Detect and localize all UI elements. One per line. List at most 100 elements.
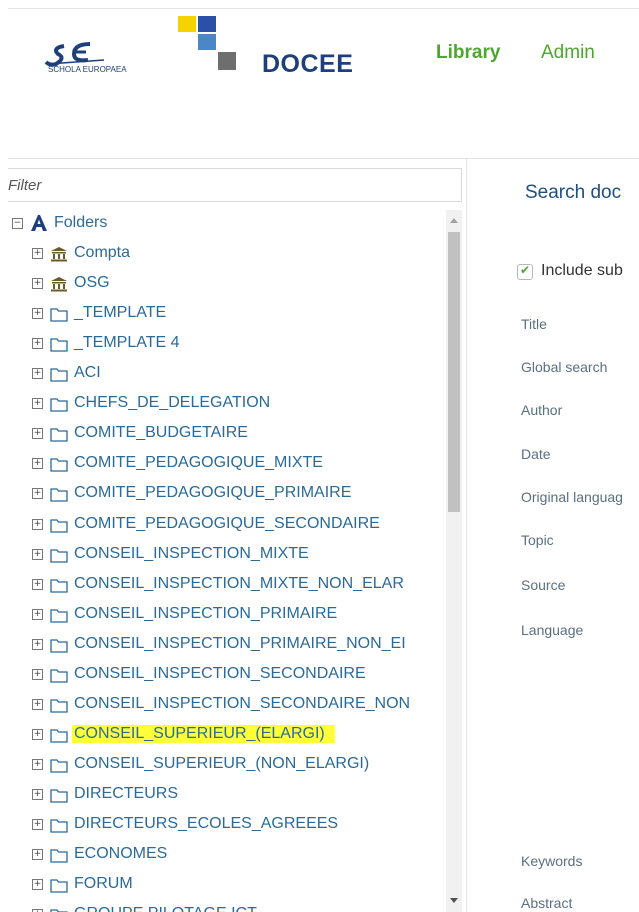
expand-icon[interactable]: + — [32, 458, 43, 469]
tree-item[interactable]: + COMITE_PEDAGOGIQUE_MIXTE — [8, 450, 444, 480]
expand-icon[interactable]: + — [32, 519, 43, 530]
expand-icon[interactable]: + — [32, 338, 43, 349]
folder-icon — [50, 639, 68, 653]
folder-icon — [50, 759, 68, 773]
field-label-language: Language — [521, 622, 584, 638]
tree-item-label: _TEMPLATE 4 — [74, 334, 180, 351]
nav-admin-link[interactable]: Admin — [541, 42, 595, 64]
tree-item[interactable]: + COMITE_PEDAGOGIQUE_SECONDAIRE — [8, 511, 444, 541]
tree-item[interactable]: + CONSEIL_INSPECTION_MIXTE — [8, 541, 444, 571]
tree-scrollbar[interactable] — [446, 210, 462, 912]
field-label-original-language: Original languag — [521, 489, 623, 505]
schola-europaea-logo: SCHOLA EUROPAEA — [44, 42, 127, 74]
folder-icon — [50, 368, 68, 382]
folder-icon — [50, 519, 68, 533]
nav-library-link[interactable]: Library — [436, 42, 500, 64]
tree-item-label: ACI — [74, 364, 101, 381]
tree-root-label: Folders — [54, 214, 108, 231]
folder-icon — [50, 669, 68, 683]
expand-icon[interactable]: + — [32, 248, 43, 259]
expand-icon[interactable]: + — [32, 428, 43, 439]
include-subfolders-label[interactable]: Include sub — [541, 262, 623, 280]
tree-item-label: OSG — [74, 274, 110, 291]
expand-icon[interactable]: + — [32, 549, 43, 560]
tree-item-label: CONSEIL_INSPECTION_MIXTE — [74, 545, 309, 562]
tree-item[interactable]: + CONSEIL_SUPERIEUR_(NON_ELARGI) — [8, 751, 444, 781]
tree-item[interactable]: + OSG — [8, 270, 444, 300]
expand-icon[interactable]: + — [32, 879, 43, 890]
folder-icon — [50, 338, 68, 352]
expand-icon[interactable]: + — [32, 729, 43, 740]
tree-item[interactable]: + CHEFS_DE_DELEGATION — [8, 390, 444, 420]
folder-icon — [50, 458, 68, 472]
tree-item[interactable]: + CONSEIL_INSPECTION_SECONDAIRE — [8, 661, 444, 691]
folder-tree: − Folders + Compta + OSG + _TEMPLATE + _TEMPLAT… — [8, 210, 444, 912]
scroll-down-arrow-icon[interactable] — [450, 898, 458, 903]
tree-item[interactable]: + _TEMPLATE 4 — [8, 330, 444, 360]
tree-item-label: CONSEIL_INSPECTION_MIXTE_NON_ELAR — [74, 575, 404, 592]
folder-icon — [50, 789, 68, 803]
tree-item[interactable]: + CONSEIL_SUPERIEUR_(ELARGI) — [8, 721, 444, 751]
institution-icon — [51, 247, 67, 262]
folder-icon — [50, 308, 68, 322]
expand-icon[interactable]: + — [32, 579, 43, 590]
collapse-icon[interactable]: − — [12, 218, 23, 229]
expand-icon[interactable]: + — [32, 278, 43, 289]
expand-icon[interactable]: + — [32, 789, 43, 800]
app-a-icon — [31, 215, 47, 231]
tree-item[interactable]: + ECONOMES — [8, 841, 444, 871]
tree-root-folders[interactable]: − Folders — [8, 210, 444, 240]
expand-icon[interactable]: + — [32, 488, 43, 499]
tree-item-label: DIRECTEURS_ECOLES_AGREEES — [74, 815, 339, 832]
expand-icon[interactable]: + — [32, 308, 43, 319]
field-label-topic: Topic — [521, 532, 554, 548]
tree-item[interactable]: + CONSEIL_INSPECTION_PRIMAIRE — [8, 601, 444, 631]
tree-item-label: COMITE_PEDAGOGIQUE_SECONDAIRE — [74, 515, 380, 532]
expand-icon[interactable]: + — [32, 368, 43, 379]
tree-item[interactable]: + CONSEIL_INSPECTION_MIXTE_NON_ELAR — [8, 571, 444, 601]
app-header: SCHOLA EUROPAEA DOCEE Library Admin — [0, 0, 639, 158]
scroll-thumb[interactable] — [448, 232, 460, 512]
tree-item-label: Compta — [74, 244, 131, 261]
tree-item-label: COMITE_PEDAGOGIQUE_MIXTE — [74, 454, 323, 471]
expand-icon[interactable]: + — [32, 398, 43, 409]
filter-input[interactable] — [8, 168, 462, 202]
search-title: Search doc — [525, 182, 622, 203]
expand-icon[interactable]: + — [32, 819, 43, 830]
tree-item[interactable]: + _TEMPLATE — [8, 300, 444, 330]
tree-item-label: DIRECTEURS — [74, 785, 179, 802]
tree-item[interactable]: + CONSEIL_INSPECTION_SECONDAIRE_NON — [8, 691, 444, 721]
include-subfolders-checkbox[interactable]: ✔ — [517, 263, 533, 280]
schola-logo-text: SCHOLA EUROPAEA — [48, 65, 127, 74]
tree-item[interactable]: + CONSEIL_INSPECTION_PRIMAIRE_NON_EI — [8, 631, 444, 661]
tree-item-label: COMITE_BUDGETAIRE — [74, 424, 248, 441]
tree-item[interactable]: + FORUM — [8, 871, 444, 901]
folder-icon — [50, 849, 68, 863]
expand-icon[interactable]: + — [32, 849, 43, 860]
tree-item-label: CONSEIL_INSPECTION_SECONDAIRE_NON — [74, 695, 411, 712]
tree-item[interactable]: + COMITE_BUDGETAIRE — [8, 420, 444, 450]
expand-icon[interactable]: + — [32, 669, 43, 680]
tree-item[interactable]: + DIRECTEURS_ECOLES_AGREEES — [8, 811, 444, 841]
scroll-up-arrow-icon[interactable] — [450, 218, 458, 223]
folder-icon — [50, 549, 68, 563]
tree-item-label: CHEFS_DE_DELEGATION — [74, 394, 271, 411]
expand-icon[interactable]: + — [32, 639, 43, 650]
tree-item[interactable]: + DIRECTEURS — [8, 781, 444, 811]
folder-icon — [50, 579, 68, 593]
check-icon: ✔ — [520, 263, 531, 277]
tree-item[interactable]: + Compta — [8, 240, 444, 270]
institution-icon — [51, 277, 67, 292]
tree-item[interactable]: +GROUPE PILOTAGE ICT — [8, 901, 444, 912]
expand-icon[interactable]: + — [32, 699, 43, 710]
field-label-keywords: Keywords — [521, 853, 583, 869]
tree-item-label: CONSEIL_INSPECTION_PRIMAIRE_NON_EI — [74, 635, 406, 652]
tree-item-label: _TEMPLATE — [74, 304, 167, 321]
expand-icon[interactable]: + — [32, 609, 43, 620]
expand-icon[interactable]: + — [32, 759, 43, 770]
folder-icon — [50, 819, 68, 833]
field-label-date: Date — [521, 446, 551, 462]
tree-item[interactable]: + ACI — [8, 360, 444, 390]
tree-item-label: GROUPE PILOTAGE ICT — [74, 905, 257, 912]
tree-item[interactable]: + COMITE_PEDAGOGIQUE_PRIMAIRE — [8, 480, 444, 510]
